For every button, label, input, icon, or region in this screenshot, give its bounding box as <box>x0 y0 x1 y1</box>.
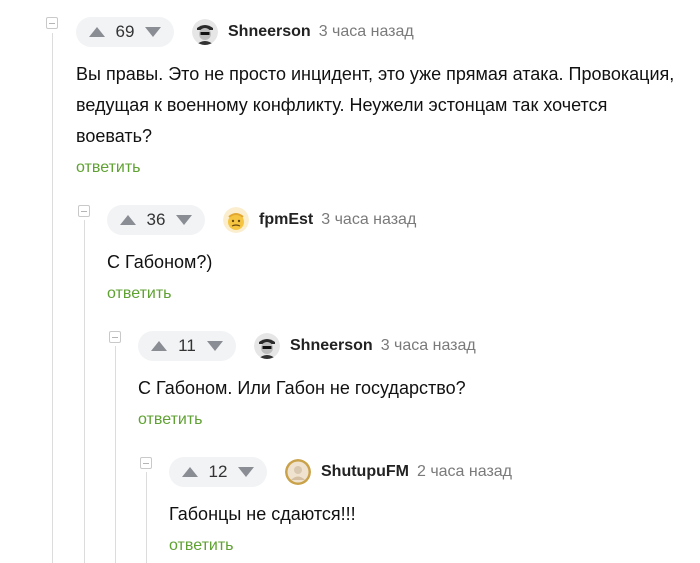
downvote-button[interactable] <box>235 461 257 483</box>
triangle-down-icon <box>238 467 254 477</box>
comment-time: 3 часа назад <box>318 23 414 40</box>
reply-link[interactable]: ответить <box>138 411 203 429</box>
upvote-button[interactable] <box>179 461 201 483</box>
downvote-button[interactable] <box>142 21 164 43</box>
collapse-button[interactable] <box>140 457 152 469</box>
comment-text: С Габоном. Или Габон не государство? <box>138 378 466 398</box>
downvote-button[interactable] <box>173 209 195 231</box>
author-name[interactable]: ShutupuFM <box>321 463 409 481</box>
comment-header: 69 Shneerson 3 часа назад <box>76 17 414 47</box>
avatar[interactable] <box>192 19 218 45</box>
comment-header: 11 Shneerson 3 часа назад <box>138 331 476 361</box>
comment-header: 12 ShutupuFM 2 часа назад <box>169 457 512 487</box>
triangle-down-icon <box>145 27 161 37</box>
collapse-button[interactable] <box>78 205 90 217</box>
thread-line <box>52 33 53 563</box>
vote-control: 12 <box>169 457 267 487</box>
comment-time: 3 часа назад <box>380 337 476 354</box>
vote-control: 69 <box>76 17 174 47</box>
avatar[interactable] <box>254 333 280 359</box>
thread-line <box>146 472 147 563</box>
upvote-button[interactable] <box>148 335 170 357</box>
user-avatar-icon <box>254 333 280 359</box>
avatar[interactable] <box>223 207 249 233</box>
vote-control: 36 <box>107 205 205 235</box>
triangle-down-icon <box>207 341 223 351</box>
triangle-up-icon <box>151 341 167 351</box>
author-name[interactable]: Shneerson <box>290 337 373 355</box>
upvote-button[interactable] <box>86 21 108 43</box>
triangle-up-icon <box>120 215 136 225</box>
avatar[interactable] <box>285 459 311 485</box>
thread-line <box>115 346 116 563</box>
downvote-button[interactable] <box>204 335 226 357</box>
upvote-button[interactable] <box>117 209 139 231</box>
triangle-down-icon <box>176 215 192 225</box>
triangle-up-icon <box>182 467 198 477</box>
comment-time: 2 часа назад <box>416 463 513 480</box>
triangle-up-icon <box>89 27 105 37</box>
author-name[interactable]: fpmEst <box>259 211 313 229</box>
reply-link[interactable]: ответить <box>107 285 172 303</box>
thread-line <box>84 220 85 563</box>
comment-header: 36 fpmEst 3 часа назад <box>107 205 416 235</box>
reply-link[interactable]: ответить <box>169 537 234 555</box>
collapse-button[interactable] <box>109 331 121 343</box>
rating-count: 69 <box>115 22 135 41</box>
reply-link[interactable]: ответить <box>76 159 141 177</box>
rating-count: 12 <box>208 462 228 481</box>
vote-control: 11 <box>138 331 236 361</box>
comment-text: Габонцы не сдаются!!! <box>169 504 356 524</box>
comment-text: Вы правы. Это не просто инцидент, это уж… <box>76 64 675 146</box>
user-avatar-icon <box>285 459 311 485</box>
user-avatar-icon <box>223 207 249 233</box>
comment-time: 3 часа назад <box>321 211 417 228</box>
rating-count: 36 <box>146 210 166 229</box>
comment-text: С Габоном?) <box>107 252 213 272</box>
rating-count: 11 <box>178 336 196 355</box>
author-name[interactable]: Shneerson <box>228 23 311 41</box>
collapse-button[interactable] <box>46 17 58 29</box>
user-avatar-icon <box>192 19 218 45</box>
